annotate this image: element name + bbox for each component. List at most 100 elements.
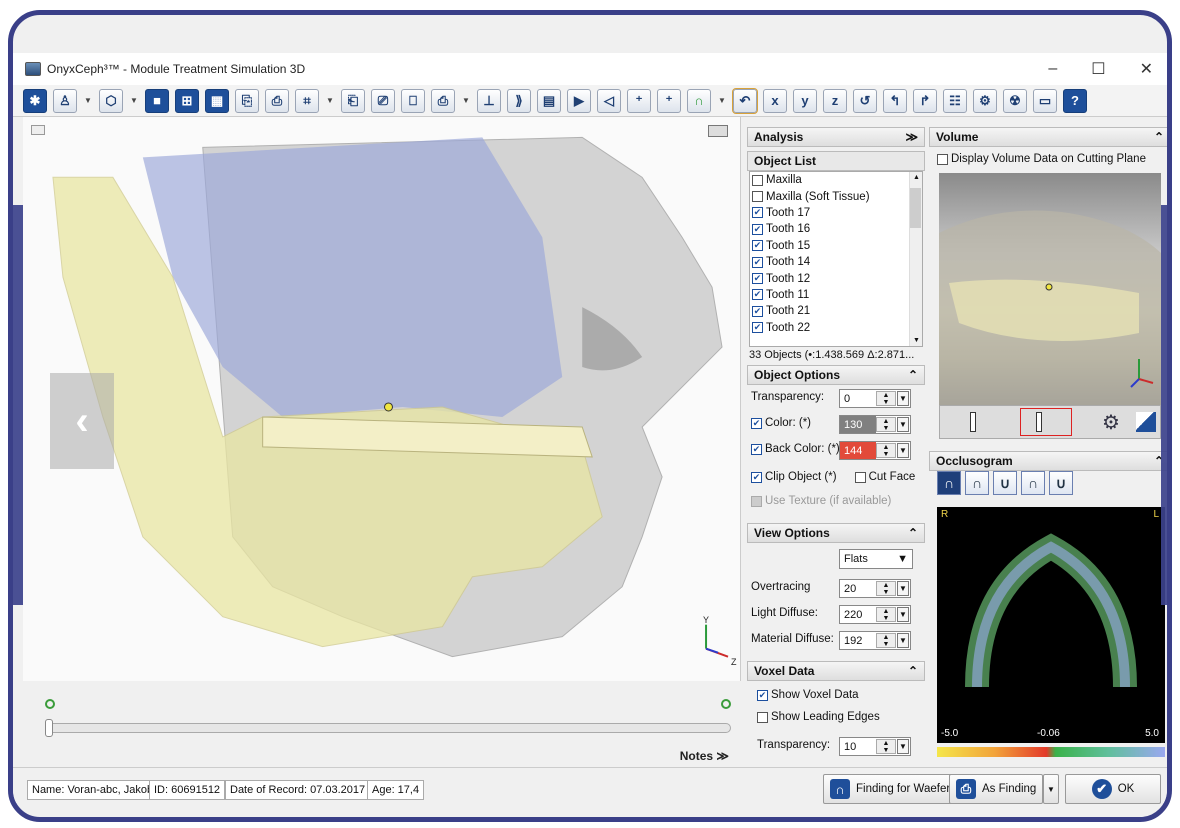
layers-icon[interactable] bbox=[1136, 412, 1156, 432]
disk-save-icon[interactable]: ⎚ bbox=[371, 88, 395, 113]
chevron-down-icon[interactable]: ▼ bbox=[897, 739, 909, 754]
close-button[interactable]: ✕ bbox=[1140, 59, 1153, 79]
print-icon[interactable]: ⎙ bbox=[431, 88, 455, 113]
chevron-down-icon[interactable]: ▼ bbox=[897, 607, 909, 622]
voxel-transparency-stepper[interactable]: 10 ▲ ▼ ▼ bbox=[839, 737, 911, 756]
stepper-arrows-icon[interactable]: ▲ ▼ bbox=[876, 391, 896, 406]
arch-outline-upper-icon[interactable]: ∩ bbox=[1021, 471, 1045, 495]
chevron-up-icon[interactable]: ⌃ bbox=[1154, 130, 1164, 144]
object-list-item[interactable]: ✔ Tooth 22 bbox=[750, 320, 922, 336]
minimize-button[interactable]: – bbox=[1048, 60, 1057, 78]
rotate-back-icon[interactable]: ↺ bbox=[853, 88, 877, 113]
analysis-header[interactable]: Analysis ≫ bbox=[747, 127, 925, 147]
notes-toggle[interactable]: Notes ≫ bbox=[680, 749, 729, 763]
slice-marker[interactable] bbox=[1036, 412, 1042, 432]
timeline-end-dot-icon[interactable] bbox=[721, 699, 731, 709]
object-checkbox[interactable]: ✔ bbox=[752, 273, 763, 285]
arch-icon[interactable]: ∩ bbox=[687, 88, 711, 113]
axis-x-icon[interactable]: x bbox=[763, 88, 787, 113]
maximize-button[interactable]: ☐ bbox=[1091, 59, 1105, 79]
radiation-icon[interactable]: ☢ bbox=[1003, 88, 1027, 113]
help-icon[interactable]: ? bbox=[1063, 88, 1087, 113]
scrollbar-thumb[interactable] bbox=[910, 188, 921, 228]
view-corner-icon[interactable] bbox=[31, 125, 45, 135]
chevron-up-icon[interactable]: ⌃ bbox=[908, 526, 918, 540]
scroll-down-icon[interactable]: ▼ bbox=[913, 337, 920, 344]
timeline-slider-thumb[interactable] bbox=[45, 719, 53, 737]
object-list-item[interactable]: ✔ Tooth 11 bbox=[750, 287, 922, 303]
redo-icon[interactable]: ↱ bbox=[913, 88, 937, 113]
object-options-header[interactable]: Object Options ⌃ bbox=[747, 365, 925, 385]
occlusogram-view[interactable]: R L -5.0 -0.06 5.0 bbox=[937, 507, 1165, 743]
object-list-scrollbar[interactable]: ▲ ▼ bbox=[909, 172, 922, 346]
3d-viewport[interactable]: Y Z bbox=[23, 117, 741, 681]
tooth-model-icon[interactable]: ♙ bbox=[53, 88, 77, 113]
object-list-item[interactable]: ✔ Tooth 12 bbox=[750, 270, 922, 286]
object-list-item[interactable]: ✔ Tooth 21 bbox=[750, 303, 922, 319]
object-checkbox[interactable]: ✔ bbox=[752, 256, 763, 268]
object-checkbox[interactable]: ✔ bbox=[752, 322, 763, 334]
color-stepper[interactable]: 130 ▲ ▼ ▼ bbox=[839, 415, 911, 434]
grid-icon[interactable]: ▤ bbox=[537, 88, 561, 113]
folder-load-icon[interactable]: ⎗ bbox=[341, 88, 365, 113]
chevron-down-icon[interactable]: ▼ bbox=[897, 417, 909, 432]
timeline-start-dot-icon[interactable] bbox=[45, 699, 55, 709]
axis-y-icon[interactable]: y bbox=[793, 88, 817, 113]
object-list[interactable]: Maxilla Maxilla (Soft Tissue) ✔ Tooth 17 ✔ To… bbox=[749, 171, 923, 347]
object-list-item[interactable]: ✔ Tooth 14 bbox=[750, 254, 922, 270]
show-edges-checkbox[interactable] bbox=[757, 711, 768, 723]
rotate-icon[interactable]: ↶ bbox=[732, 87, 758, 114]
braces-icon[interactable]: ⟫ bbox=[507, 88, 531, 113]
object-list-item[interactable]: Maxilla (Soft Tissue) bbox=[750, 188, 922, 204]
stepper-arrows-icon[interactable]: ▲ ▼ bbox=[876, 417, 896, 432]
back-color-checkbox[interactable]: ✔ bbox=[751, 443, 762, 455]
chevron-down-icon[interactable]: ▼ bbox=[897, 391, 909, 406]
timeline-slider[interactable] bbox=[45, 723, 731, 733]
gear-icon[interactable]: ⚙ bbox=[1102, 410, 1120, 435]
open-icon[interactable]: ⎘ bbox=[235, 88, 259, 113]
volume-header[interactable]: Volume ⌃ bbox=[929, 127, 1167, 147]
document-icon[interactable]: ⎕ bbox=[401, 88, 425, 113]
arch-lower-icon[interactable]: ∪ bbox=[993, 471, 1017, 495]
object-list-item[interactable]: ✔ Tooth 17 bbox=[750, 205, 922, 221]
ruler-icon[interactable]: ⊥ bbox=[477, 88, 501, 113]
chevron-down-icon[interactable]: ▼ bbox=[129, 89, 139, 113]
object-checkbox[interactable]: ✔ bbox=[752, 240, 763, 252]
chevron-down-icon[interactable]: ▼ bbox=[897, 443, 909, 458]
measure-icon[interactable]: ◁ bbox=[597, 88, 621, 113]
scroll-up-icon[interactable]: ▲ bbox=[913, 174, 920, 181]
back-color-stepper[interactable]: 144 ▲ ▼ ▼ bbox=[839, 441, 911, 460]
multi-view-icon[interactable]: ▦ bbox=[205, 88, 229, 113]
chevron-down-icon[interactable]: ▼ bbox=[897, 633, 909, 648]
shading-select[interactable]: Flats ▼ bbox=[839, 549, 913, 569]
chevron-down-icon[interactable]: ▼ bbox=[717, 89, 727, 113]
quad-view-icon[interactable]: ⊞ bbox=[175, 88, 199, 113]
save-icon[interactable]: ⎙ bbox=[265, 88, 289, 113]
axis-z-icon[interactable]: z bbox=[823, 88, 847, 113]
stepper-arrows-icon[interactable]: ▲ ▼ bbox=[876, 581, 896, 596]
clip-object-checkbox[interactable]: ✔ bbox=[751, 471, 762, 483]
volume-preview[interactable] bbox=[939, 173, 1161, 405]
object-list-item[interactable]: ✔ Tooth 15 bbox=[750, 238, 922, 254]
view-options-header[interactable]: View Options ⌃ bbox=[747, 523, 925, 543]
arch-upper-icon[interactable]: ∩ bbox=[965, 471, 989, 495]
object-checkbox[interactable]: ✔ bbox=[752, 289, 763, 301]
undo-icon[interactable]: ↰ bbox=[883, 88, 907, 113]
voxel-data-header[interactable]: Voxel Data ⌃ bbox=[747, 661, 925, 681]
object-checkbox[interactable] bbox=[752, 174, 763, 186]
as-finding-button[interactable]: ⎙ As Finding bbox=[949, 774, 1044, 804]
volume-slice-strip[interactable]: ⚙ bbox=[939, 405, 1161, 439]
settings-icon[interactable]: ⚙ bbox=[973, 88, 997, 113]
stepper-arrows-icon[interactable]: ▲ ▼ bbox=[876, 739, 896, 754]
stepper-arrows-icon[interactable]: ▲ ▼ bbox=[876, 607, 896, 622]
chevron-up-icon[interactable]: ⌃ bbox=[908, 368, 918, 382]
chevron-down-icon[interactable]: ▼ bbox=[325, 89, 335, 113]
add-point-icon[interactable]: ⁺ bbox=[627, 88, 651, 113]
object-checkbox[interactable]: ✔ bbox=[752, 207, 763, 219]
arch-outline-lower-icon[interactable]: ∪ bbox=[1049, 471, 1073, 495]
show-voxel-checkbox[interactable]: ✔ bbox=[757, 689, 768, 701]
arch-filled-icon[interactable]: ∩ bbox=[937, 471, 961, 495]
chevron-down-icon[interactable]: ▼ bbox=[83, 89, 93, 113]
light-diffuse-stepper[interactable]: 220 ▲ ▼ ▼ bbox=[839, 605, 911, 624]
as-finding-dropdown[interactable]: ▼ bbox=[1043, 774, 1059, 804]
